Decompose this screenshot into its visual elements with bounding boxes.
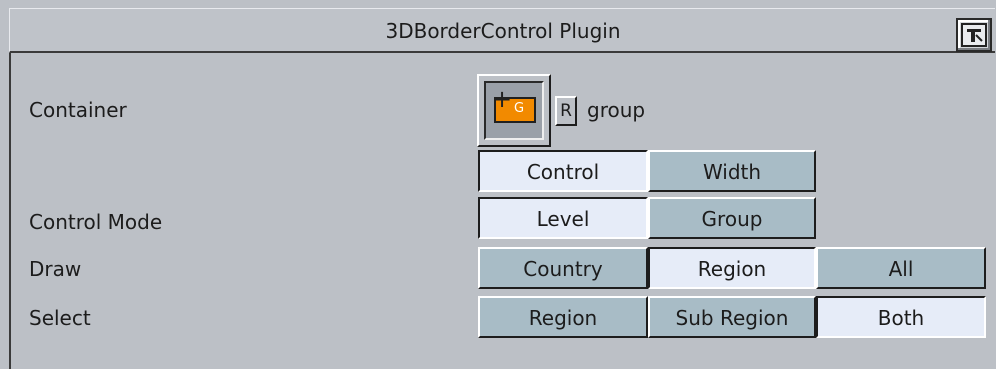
control-mode-level-button[interactable]: Level <box>478 197 648 239</box>
help-icon <box>961 23 987 47</box>
draw-country-button[interactable]: Country <box>478 247 648 289</box>
title-bar: 3DBorderControl Plugin <box>9 8 995 53</box>
draw-region-button[interactable]: Region <box>648 247 816 289</box>
draw-all-button[interactable]: All <box>816 247 986 289</box>
control-mode-label: Control Mode <box>29 210 163 234</box>
container-drop-slot[interactable]: + G <box>477 74 551 147</box>
container-slot-inner: + G <box>484 81 544 140</box>
select-region-button[interactable]: Region <box>478 296 648 338</box>
reset-container-button[interactable]: R <box>555 96 577 126</box>
group-icon: + G <box>492 87 536 123</box>
select-label: Select <box>29 306 91 330</box>
group-icon-letter: G <box>514 101 525 116</box>
tab-width[interactable]: Width <box>648 150 816 192</box>
container-value: group <box>587 98 646 122</box>
help-button[interactable] <box>956 18 992 52</box>
window-title: 3DBorderControl Plugin <box>385 19 621 43</box>
select-both-button[interactable]: Both <box>816 296 986 338</box>
plus-icon: + <box>492 85 513 113</box>
container-label: Container <box>29 98 127 122</box>
control-mode-group-button[interactable]: Group <box>648 197 816 239</box>
tab-control[interactable]: Control <box>478 150 648 192</box>
draw-label: Draw <box>29 257 82 281</box>
select-sub-region-button[interactable]: Sub Region <box>648 296 816 338</box>
